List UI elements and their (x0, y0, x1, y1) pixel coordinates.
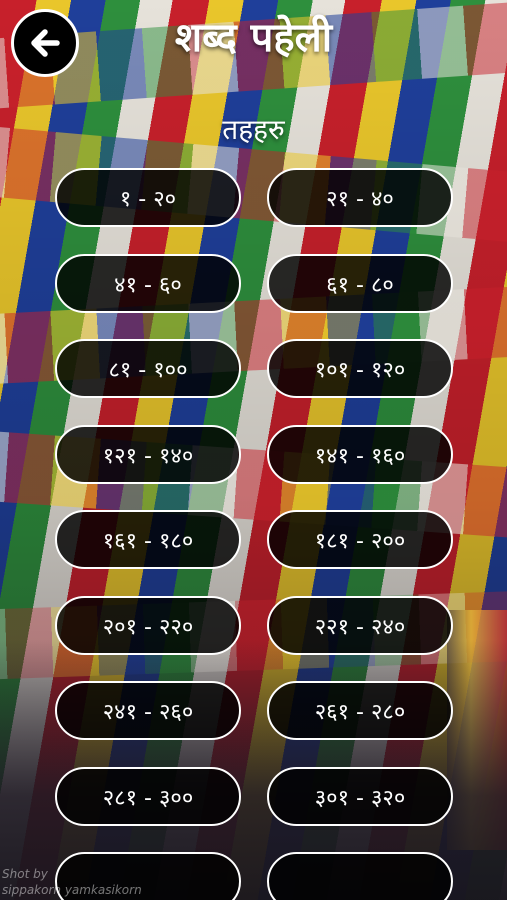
level-range-button[interactable]: १४१ - १६० (267, 425, 453, 484)
level-range-button[interactable]: १०१ - १२० (267, 339, 453, 398)
level-range-button[interactable]: ४१ - ६० (55, 254, 241, 313)
header: शब्द पहेली (0, 0, 507, 90)
level-range-button[interactable]: २६१ - २८० (267, 681, 453, 740)
level-range-button[interactable]: १६१ - १८० (55, 510, 241, 569)
level-range-button[interactable]: २८१ - ३०० (55, 767, 241, 826)
level-range-button[interactable]: २०१ - २२० (55, 596, 241, 655)
photo-credit-line2: sippakorn yamkasikorn (2, 883, 142, 897)
level-range-button[interactable]: ८१ - १०० (55, 339, 241, 398)
level-range-button[interactable]: २४१ - २६० (55, 681, 241, 740)
level-range-button[interactable]: १२१ - १४० (55, 425, 241, 484)
level-range-button[interactable]: ३०१ - ३२० (267, 767, 453, 826)
levels-heading: तहहरु (222, 113, 285, 146)
level-range-button[interactable]: २१ - ४० (267, 168, 453, 227)
level-range-button[interactable]: ६१ - ८० (267, 254, 453, 313)
photo-credit-line1: Shot by (2, 867, 48, 881)
page-title: शब्द पहेली (174, 15, 333, 61)
level-range-button[interactable] (267, 852, 453, 900)
level-range-button[interactable]: १८१ - २०० (267, 510, 453, 569)
photo-credit: Shot by sippakorn yamkasikorn (2, 866, 142, 898)
level-range-button[interactable]: १ - २० (55, 168, 241, 227)
level-range-button[interactable]: २२१ - २४० (267, 596, 453, 655)
